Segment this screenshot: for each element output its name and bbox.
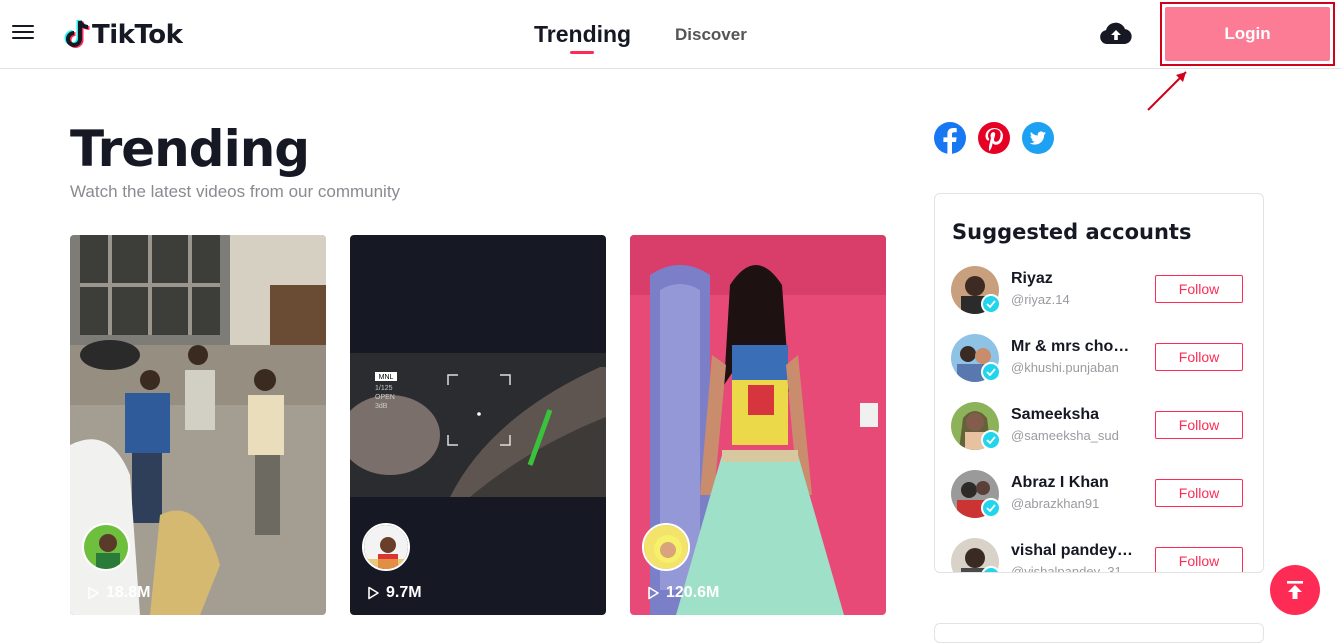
verified-badge-icon [981,294,1001,314]
hamburger-menu-icon[interactable] [12,23,34,41]
suggested-account-item[interactable]: Sameeksha @sameeksha_sud Follow [951,402,1251,458]
verified-badge-icon [981,362,1001,382]
tiktok-logo[interactable]: TikTok [62,18,183,52]
video-card[interactable]: 120.6M [630,235,886,615]
view-count: 120.6M [646,584,719,602]
avatar[interactable] [362,523,410,571]
video-card[interactable]: 18.8M [70,235,326,615]
svg-text:3dB: 3dB [375,403,388,410]
follow-button[interactable]: Follow [1155,343,1243,371]
annotation-arrow-icon [1147,71,1187,111]
view-count: 9.7M [366,584,422,602]
pinterest-icon[interactable] [978,122,1010,154]
page-subtitle: Watch the latest videos from our communi… [70,182,401,201]
account-name: Riyaz [1011,270,1053,287]
view-count-text: 120.6M [666,584,720,601]
verified-badge-icon [981,498,1001,518]
avatar[interactable] [642,523,690,571]
play-icon [88,586,99,600]
account-name: Mr & mrs chouhan [1011,338,1136,355]
tiktok-note-icon [64,19,90,48]
view-count: 18.8M [86,584,150,602]
top-header: TikTok Trending Discover Login [0,0,1341,69]
scroll-to-top-button[interactable] [1270,565,1320,615]
follow-button[interactable]: Follow [1155,479,1243,507]
suggested-account-item[interactable]: Abraz I Khan @abrazkhan91 Follow [951,470,1251,526]
verified-badge-icon [981,430,1001,450]
view-count-text: 9.7M [386,584,422,601]
account-handle: @abrazkhan91 [1011,496,1100,511]
facebook-icon[interactable] [934,122,966,154]
account-handle: @sameeksha_sud [1011,428,1119,443]
arrow-up-icon [1287,581,1303,599]
cloud-upload-icon[interactable] [1099,20,1133,48]
suggested-account-item[interactable]: Riyaz @riyaz.14 Follow [951,266,1251,322]
account-handle: @riyaz.14 [1011,292,1070,307]
secondary-panel [934,623,1264,643]
login-button[interactable]: Login [1165,7,1330,61]
page-title: Trending [70,120,310,178]
active-tab-indicator [570,51,594,54]
play-icon [368,586,379,600]
account-name: Sameeksha [1011,406,1100,423]
suggested-accounts-panel: Suggested accounts Riyaz @riyaz.14 Follo… [934,193,1264,573]
login-highlight-box: Login [1160,2,1335,66]
suggested-account-item[interactable]: Mr & mrs chouhan @khushi.punjaban Follow [951,334,1251,390]
tab-trending[interactable]: Trending [534,21,631,48]
logo-text: TikTok [92,20,183,50]
avatar[interactable] [82,523,130,571]
follow-button[interactable]: Follow [1155,275,1243,303]
twitter-glyph [1029,131,1046,145]
suggested-account-item[interactable]: vishal pandey 𝐈𝐍 @vishalpandey_31 Follow [951,538,1251,573]
video-card[interactable]: MNL 1/125 OPEN 3dB 9.7M [350,235,606,615]
view-count-text: 18.8M [106,584,151,601]
twitter-icon[interactable] [1022,122,1054,154]
account-handle: @vishalpandey_31 [1011,564,1122,573]
svg-text:OPEN: OPEN [375,394,395,401]
account-name: Abraz I Khan [1011,474,1109,491]
tab-discover[interactable]: Discover [675,25,747,45]
play-icon [648,586,659,600]
follow-button[interactable]: Follow [1155,411,1243,439]
pinterest-glyph [985,128,1003,151]
account-handle: @khushi.punjaban [1011,360,1119,375]
facebook-glyph [943,128,957,154]
suggested-accounts-title: Suggested accounts [952,220,1192,244]
account-name: vishal pandey 𝐈𝐍 [1011,542,1136,559]
svg-text:1/125: 1/125 [375,385,393,392]
follow-button[interactable]: Follow [1155,547,1243,572]
svg-text:MNL: MNL [379,374,394,381]
